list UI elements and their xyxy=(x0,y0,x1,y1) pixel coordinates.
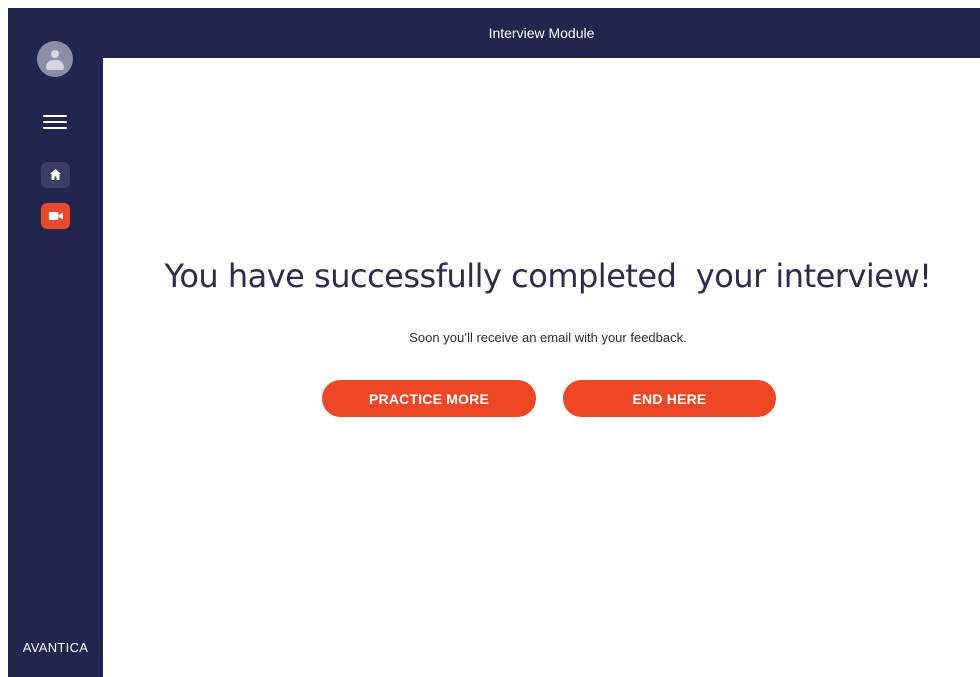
practice-more-label: PRACTICE MORE xyxy=(368,390,490,407)
sidebar: AVANTICA xyxy=(8,8,103,677)
hamburger-menu-icon[interactable] xyxy=(41,111,69,133)
video-camera-icon xyxy=(49,212,63,220)
sidebar-item-home[interactable] xyxy=(41,162,70,188)
menu-line xyxy=(43,127,67,129)
feedback-message: Soon you’ll receive an email with your f… xyxy=(409,330,687,345)
main-content: You have successfully completed your int… xyxy=(103,58,980,677)
home-icon xyxy=(50,169,61,180)
sidebar-item-interview[interactable] xyxy=(41,203,70,229)
end-here-label: END HERE xyxy=(632,390,707,407)
header-bar: Interview Module xyxy=(103,8,980,58)
menu-line xyxy=(43,115,67,117)
avatar-head-shape xyxy=(51,50,59,58)
user-avatar-icon[interactable] xyxy=(37,41,73,77)
avantica-logo: AVANTICA xyxy=(22,640,89,655)
end-here-button[interactable]: END HERE xyxy=(563,380,776,417)
practice-more-button[interactable]: PRACTICE MORE xyxy=(322,380,536,417)
menu-line xyxy=(43,121,67,123)
app-window: AVANTICA Interview Module You have succe… xyxy=(0,0,980,677)
avatar-body-shape xyxy=(46,60,64,70)
completion-headline: You have successfully completed your int… xyxy=(164,257,932,295)
page-title: Interview Module xyxy=(488,25,595,41)
